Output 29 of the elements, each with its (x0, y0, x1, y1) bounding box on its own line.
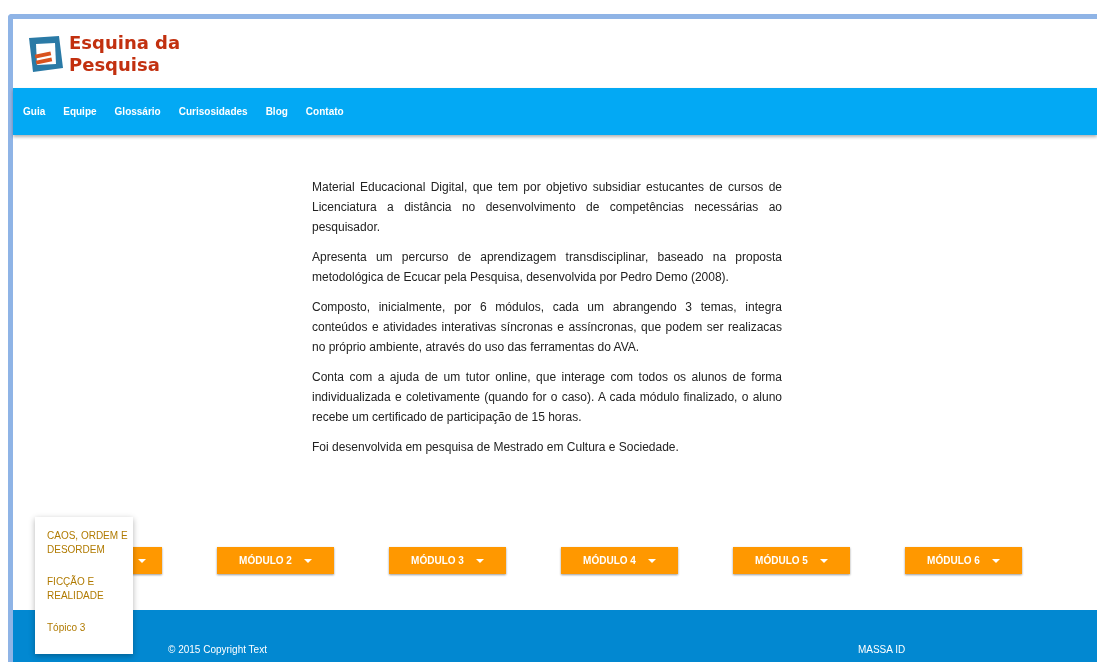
module-dropdown-button[interactable]: MÓDULO 3 (389, 547, 506, 574)
paragraph: Composto, inicialmente, por 6 módulos, cada um abrangendo 3 temas, integra conteúdos e atividades interativas síncronas e assíncronas, que podem ser realizacas no próprio ambiente, através do uso das ferramentas do AVA. (312, 299, 782, 356)
credit-text: MASSA ID (857, 644, 906, 655)
menu-item[interactable]: CAOS, ORDEM E DESORDEM (47, 529, 133, 557)
caret-icon (303, 558, 312, 563)
caret-icon (991, 558, 1000, 563)
paragraph: Foi desenvolvida em pesquisa de Mestrado em Cultura e Sociedade. (312, 439, 680, 456)
module-dropdown-button[interactable]: MÓDULO 6 (905, 547, 1022, 574)
logo-title: Pesquisa (69, 53, 161, 76)
logo-title: Esquina da (69, 31, 181, 54)
caret-icon (475, 558, 484, 563)
nav-link[interactable]: Glossário (114, 106, 161, 117)
menu-item[interactable]: Tópico 3 (47, 621, 133, 635)
module-dropdown-button[interactable]: MÓDULO 5 (733, 547, 850, 574)
paragraph: Apresenta um percurso de aprendizagem transdisciplinar, baseado na proposta metodológica de Ecucar pela Pesquisa, desenvolvida por Pedro Demo (2008). (312, 249, 782, 286)
paragraph: Conta com a ajuda de um tutor online, que interage com todos os alunos de forma individualizada e coletivamente (quando for o caso). A cada módulo finalizado, o aluno recebe um certificado de participação de 15 horas. (312, 369, 782, 426)
nav-link[interactable]: Blog (265, 106, 288, 117)
caret-icon (647, 558, 656, 563)
nav-link[interactable]: Equipe (63, 106, 97, 117)
nav-link[interactable]: Guia (23, 106, 46, 117)
copyright-text: © 2015 Copyright Text (168, 644, 267, 655)
caret-icon (819, 558, 828, 563)
module-dropdown-button[interactable]: MÓDULO 2 (217, 547, 334, 574)
nav-link[interactable]: Curisosidades (178, 106, 248, 117)
module-dropdown-button[interactable]: MÓDULO 4 (561, 547, 678, 574)
nav-link[interactable]: Contato (305, 106, 344, 117)
caret-icon (138, 558, 146, 563)
paragraph: Material Educacional Digital, que tem por objetivo subsidiar estucantes de cursos de Licenciatura a distância no desenvolvimento de competências necessárias ao pesquisador. (312, 179, 782, 236)
menu-item[interactable]: FICÇÃO E REALIDADE (47, 575, 133, 603)
